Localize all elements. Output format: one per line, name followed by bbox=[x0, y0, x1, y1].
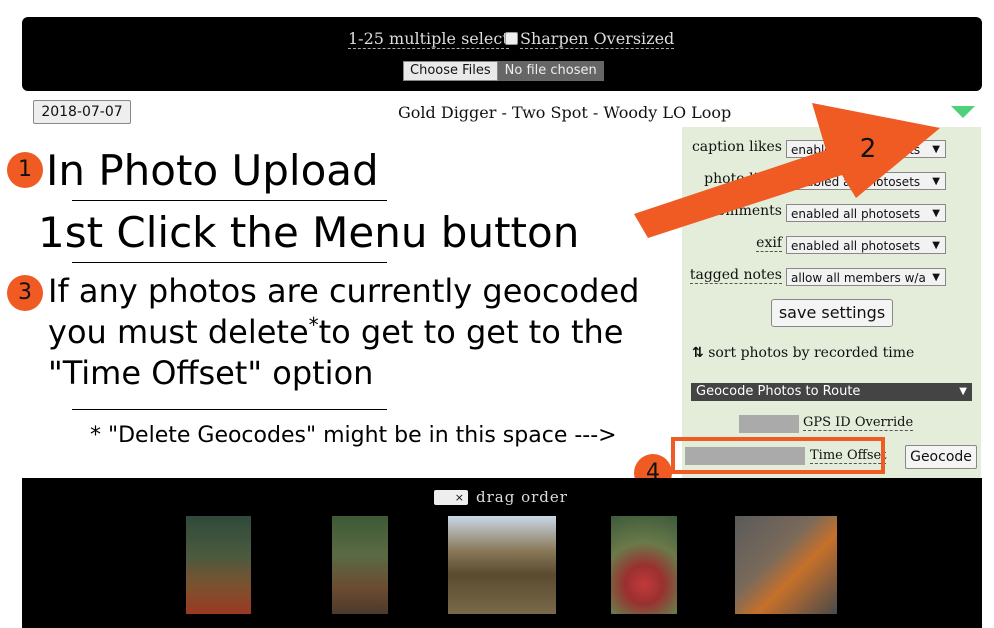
annotation-divider bbox=[72, 200, 387, 201]
sharpen-label[interactable]: Sharpen Oversized bbox=[520, 30, 675, 49]
annotation-step3-text: you must delete bbox=[48, 313, 309, 351]
choose-files-button[interactable]: Choose Files bbox=[403, 61, 498, 81]
setting-select-value: enabled all photosets bbox=[791, 207, 921, 221]
setting-label-text: caption likes bbox=[691, 139, 782, 155]
gps-id-input[interactable] bbox=[739, 415, 799, 433]
setting-label: tagged notes bbox=[682, 267, 782, 284]
photo-thumb-red-rock[interactable] bbox=[611, 516, 677, 614]
setting-select[interactable]: enabled all photosets ▼ bbox=[786, 204, 946, 222]
annotation-step3-line1: If any photos are currently geocoded bbox=[48, 272, 640, 310]
setting-select[interactable]: enabled all photosets ▼ bbox=[786, 172, 946, 190]
setting-label-text: exif bbox=[756, 235, 782, 252]
setting-label: caption likes bbox=[682, 139, 782, 155]
photo-thumb-shelter[interactable] bbox=[448, 516, 556, 614]
drag-order-label: drag order bbox=[476, 488, 568, 506]
annotation-step3-line2: you must delete*to get to get to the bbox=[48, 313, 623, 351]
dropdown-arrow-icon: ▼ bbox=[932, 208, 940, 219]
file-input[interactable]: Choose Files No file chosen bbox=[403, 61, 604, 81]
setting-label-text: photo likes bbox=[704, 171, 782, 187]
annotation-footnote: * "Delete Geocodes" might be in this spa… bbox=[90, 423, 617, 448]
step-badge-1: 1 bbox=[7, 152, 43, 188]
sort-by-time-toggle[interactable]: ⇅ sort photos by recorded time bbox=[692, 345, 914, 361]
geocode-mode-value: Geocode Photos to Route bbox=[696, 384, 861, 399]
setting-select-value: allow all members w/a bbox=[791, 271, 926, 285]
dropdown-arrow-icon: ▼ bbox=[932, 272, 940, 283]
photo-thumb-bench[interactable] bbox=[332, 516, 388, 614]
annotation-step2: 1st Click the Menu button bbox=[38, 208, 580, 257]
annotation-step3-line3: "Time Offset" option bbox=[48, 354, 374, 392]
annotation-divider bbox=[72, 409, 387, 410]
dropdown-arrow-icon: ▼ bbox=[932, 176, 940, 187]
no-file-label: No file chosen bbox=[497, 61, 604, 81]
geocode-mode-select[interactable]: Geocode Photos to Route ▼ bbox=[691, 383, 972, 401]
setting-select[interactable]: enabled all photosets ▼ bbox=[786, 236, 946, 254]
dropdown-arrow-icon: ▼ bbox=[932, 240, 940, 251]
annotation-divider bbox=[72, 262, 387, 263]
sharpen-checkbox[interactable] bbox=[505, 32, 518, 45]
setting-label: photo likes bbox=[682, 171, 782, 187]
setting-select[interactable]: allow all members w/a ▼ bbox=[786, 268, 946, 286]
geocode-button[interactable]: Geocode bbox=[905, 445, 977, 469]
dropdown-arrow-icon: ▼ bbox=[932, 144, 940, 155]
photo-thumb-ladybugs[interactable] bbox=[735, 516, 837, 614]
annotation-step3-text: to get to get to the bbox=[318, 313, 624, 351]
date-button[interactable]: 2018-07-07 bbox=[33, 100, 131, 124]
menu-toggle-icon[interactable] bbox=[951, 106, 975, 118]
setting-select-value: enabled all photosets bbox=[791, 239, 921, 253]
time-offset-highlight bbox=[671, 437, 885, 474]
step-badge-3: 3 bbox=[7, 275, 43, 311]
save-settings-button[interactable]: save settings bbox=[771, 299, 893, 327]
setting-label: comments bbox=[682, 203, 782, 219]
setting-label: exif bbox=[682, 235, 782, 252]
gps-id-override-label[interactable]: GPS ID Override bbox=[803, 415, 914, 431]
setting-label-text: comments bbox=[709, 203, 782, 219]
setting-label-text: tagged notes bbox=[689, 267, 782, 284]
sort-arrows-icon: ⇅ bbox=[692, 345, 704, 361]
annotation-asterisk: * bbox=[308, 313, 319, 337]
annotation-step1: In Photo Upload bbox=[46, 146, 379, 195]
step-badge-2: 2 bbox=[859, 134, 877, 164]
photo-thumb-forest-trail[interactable] bbox=[186, 516, 251, 614]
sort-label: sort photos by recorded time bbox=[708, 345, 915, 361]
setting-select-value: enabled all photosets bbox=[791, 175, 921, 189]
drag-order-toggle[interactable]: × bbox=[434, 490, 468, 505]
dropdown-arrow-icon: ▼ bbox=[959, 386, 967, 397]
page-title: Gold Digger - Two Spot - Woody LO Loop bbox=[398, 103, 732, 122]
multi-select-link[interactable]: 1-25 multiple select bbox=[348, 30, 509, 49]
